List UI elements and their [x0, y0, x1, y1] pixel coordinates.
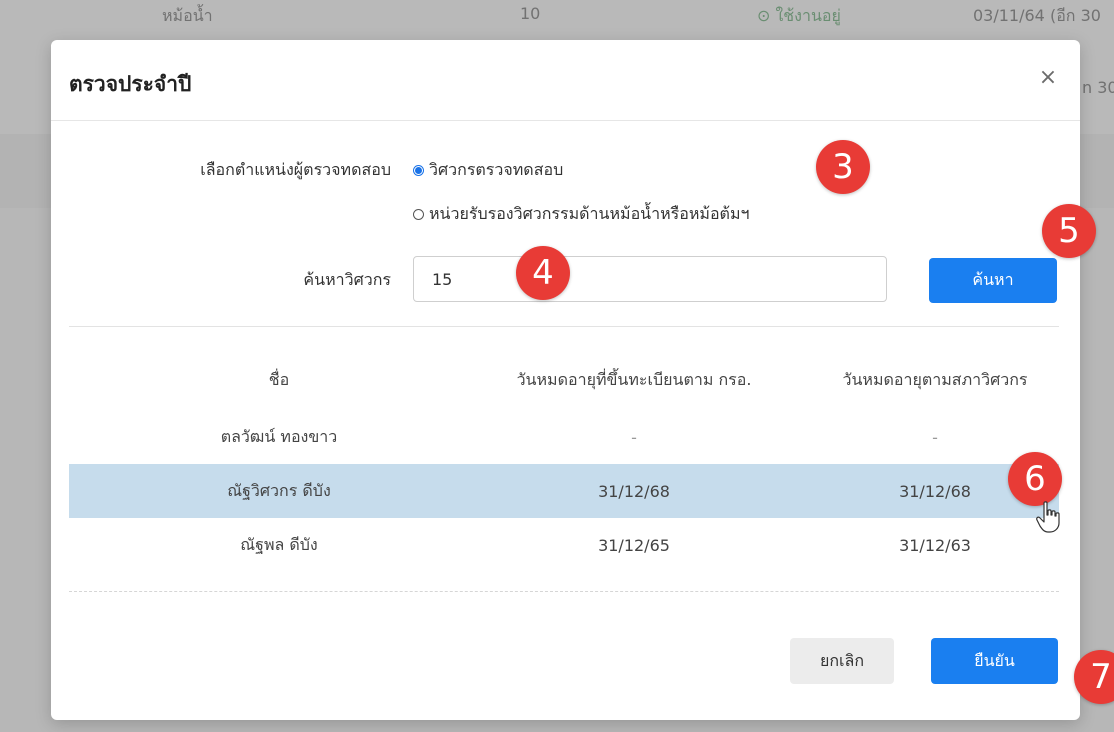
modal-title: ตรวจประจำปี — [69, 72, 192, 96]
table-bottom-divider — [69, 591, 1059, 592]
cell-dep-expiry: - — [631, 427, 637, 447]
confirm-button[interactable]: ยืนยัน — [931, 638, 1058, 684]
radio-checked-icon[interactable] — [413, 165, 424, 176]
engineer-search-input[interactable] — [413, 256, 887, 302]
close-icon[interactable]: × — [1037, 66, 1059, 90]
callout-badge-6: 6 — [1008, 452, 1062, 506]
cell-name: ตลวัฒน์ ทองขาว — [220, 426, 338, 446]
callout-badge-4: 4 — [516, 246, 570, 300]
search-button[interactable]: ค้นหา — [929, 258, 1057, 303]
column-header-dep-expiry: วันหมดอายุที่ขึ้นทะเบียนตาม กรอ. — [516, 369, 752, 389]
radio-option-label: หน่วยรับรองวิศวกรรมด้านหม้อน้ำหรือหม้อต้… — [429, 204, 750, 223]
column-header-council-expiry: วันหมดอายุตามสภาวิศวกร — [842, 369, 1028, 389]
radio-option-certification-body[interactable]: หน่วยรับรองวิศวกรรมด้านหม้อน้ำหรือหม้อต้… — [413, 202, 749, 227]
column-header-name: ชื่อ — [268, 369, 290, 389]
table-row[interactable]: ตลวัฒน์ ทองขาว - - — [69, 410, 1059, 464]
annual-inspection-modal: ตรวจประจำปี × เลือกตำแหน่งผู้ตรวจทดสอบ ว… — [51, 40, 1080, 720]
radio-option-label: วิศวกรตรวจทดสอบ — [429, 160, 564, 179]
search-engineer-label: ค้นหาวิศวกร — [303, 270, 391, 289]
cell-dep-expiry: 31/12/68 — [598, 481, 670, 501]
cell-name: ณัฐพล ดีบัง — [240, 534, 318, 554]
hand-cursor-icon — [1036, 501, 1060, 533]
cancel-button[interactable]: ยกเลิก — [790, 638, 894, 684]
table-row-selected[interactable]: ณัฐวิศวกร ดีบัง 31/12/68 31/12/68 — [69, 464, 1059, 518]
cell-council-expiry: 31/12/63 — [899, 535, 971, 555]
inspector-type-label: เลือกตำแหน่งผู้ตรวจทดสอบ — [200, 160, 391, 179]
cell-name: ณัฐวิศวกร ดีบัง — [227, 480, 331, 500]
cell-dep-expiry: 31/12/65 — [598, 535, 670, 555]
callout-badge-3: 3 — [816, 140, 870, 194]
modal-header: ตรวจประจำปี × — [51, 40, 1080, 121]
radio-unchecked-icon[interactable] — [413, 209, 424, 220]
engineer-results-table: ชื่อ วันหมดอายุที่ขึ้นทะเบียนตาม กรอ. วั… — [69, 350, 1059, 572]
radio-option-engineer[interactable]: วิศวกรตรวจทดสอบ — [413, 158, 563, 183]
section-divider — [69, 326, 1059, 327]
callout-badge-5: 5 — [1042, 204, 1096, 258]
table-header-row: ชื่อ วันหมดอายุที่ขึ้นทะเบียนตาม กรอ. วั… — [69, 350, 1059, 410]
table-row[interactable]: ณัฐพล ดีบัง 31/12/65 31/12/63 — [69, 518, 1059, 572]
